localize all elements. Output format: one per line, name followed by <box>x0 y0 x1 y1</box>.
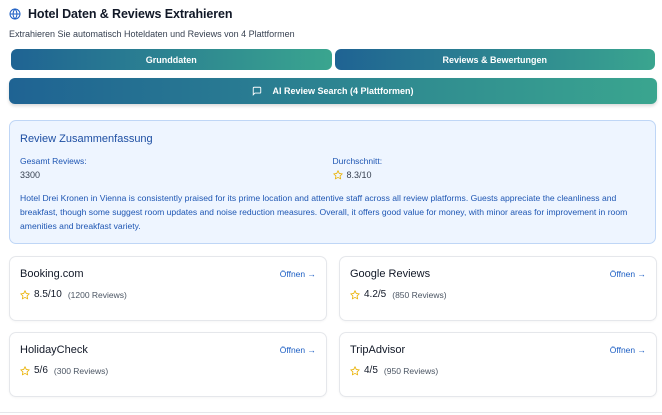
open-link[interactable]: Öffnen → <box>610 269 646 279</box>
total-reviews-value: 3300 <box>20 170 333 180</box>
star-icon <box>20 365 30 376</box>
page-header: Hotel Daten & Reviews Extrahieren Extrah… <box>9 6 649 39</box>
platform-rating: 5/6 <box>34 365 48 376</box>
open-link[interactable]: Öffnen → <box>280 345 316 355</box>
ai-review-search-button[interactable]: AI Review Search (4 Plattformen) <box>9 78 657 104</box>
title-row: Hotel Daten & Reviews Extrahieren <box>9 6 649 22</box>
platform-name: HolidayCheck <box>20 344 88 356</box>
review-summary-panel: Review Zusammenfassung Gesamt Reviews: 3… <box>9 120 656 244</box>
open-link[interactable]: Öffnen → <box>610 345 646 355</box>
star-icon <box>350 289 360 300</box>
average-number: 8.3/10 <box>346 170 372 180</box>
tab-grunddaten[interactable]: Grunddaten <box>11 49 332 70</box>
star-icon <box>350 365 360 376</box>
total-reviews-stat: Gesamt Reviews: 3300 <box>20 156 333 180</box>
page-subtitle: Extrahieren Sie automatisch Hoteldaten u… <box>9 29 295 39</box>
review-count: (850 Reviews) <box>392 289 447 300</box>
tab-bar: Grunddaten Reviews & Bewertungen <box>11 49 655 70</box>
platform-rating: 8.5/10 <box>34 289 62 300</box>
platform-rating: 4/5 <box>364 365 378 376</box>
platform-card-tripadvisor: TripAdvisor Öffnen → 4/5 (950 Reviews) <box>339 332 657 397</box>
total-reviews-label: Gesamt Reviews: <box>20 156 87 166</box>
average-stat: Durchschnitt: 8.3/10 <box>332 156 646 180</box>
star-icon <box>332 170 343 180</box>
platform-name: TripAdvisor <box>350 344 406 356</box>
globe-icon <box>9 8 21 20</box>
average-label: Durchschnitt: <box>332 156 383 166</box>
total-reviews-number: 3300 <box>20 170 41 180</box>
platform-name: Google Reviews <box>350 268 431 280</box>
platform-name: Booking.com <box>20 268 84 280</box>
star-icon <box>20 289 30 300</box>
ai-review-search-label: AI Review Search (4 Plattformen) <box>272 86 414 96</box>
platform-rating: 4.2/5 <box>364 289 387 300</box>
summary-stats: Gesamt Reviews: 3300 Durchschnitt: 8.3/1… <box>20 156 645 180</box>
page-title: Hotel Daten & Reviews Extrahieren <box>28 7 233 21</box>
summary-title: Review Zusammenfassung <box>20 133 153 145</box>
open-link[interactable]: Öffnen → <box>280 269 316 279</box>
review-count: (300 Reviews) <box>53 365 109 376</box>
summary-text: Hotel Drei Kronen in Vienna is consisten… <box>20 193 628 231</box>
review-count: (950 Reviews) <box>383 365 439 376</box>
chat-icon <box>252 86 262 96</box>
bottom-divider <box>0 412 662 413</box>
platform-card-google: Google Reviews Öffnen → 4.2/5 (850 Revie… <box>339 256 657 321</box>
average-value: 8.3/10 <box>332 170 646 180</box>
review-count: (1200 Reviews) <box>67 289 127 300</box>
platform-card-booking: Booking.com Öffnen → 8.5/10 (1200 Review… <box>9 256 327 321</box>
platform-card-holidaycheck: HolidayCheck Öffnen → 5/6 (300 Reviews) <box>9 332 327 397</box>
tab-reviews[interactable]: Reviews & Bewertungen <box>334 49 655 70</box>
